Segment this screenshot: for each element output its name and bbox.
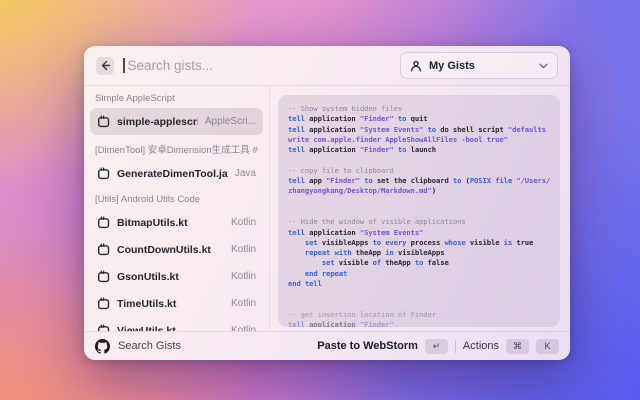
gist-icon	[97, 324, 110, 331]
gist-search-window: My Gists Simple AppleScript simple-apple…	[84, 46, 570, 360]
code-line: -- Show system hidden files	[288, 104, 550, 114]
code-line	[288, 289, 550, 299]
code-line: tell application "System Events"	[288, 228, 550, 238]
person-icon	[410, 60, 422, 72]
code-line: repeat with theApp in visibleApps	[288, 248, 550, 258]
scope-dropdown[interactable]: My Gists	[400, 52, 558, 79]
gist-list-item[interactable]: simple-applescript.a... AppleScri...	[90, 108, 263, 135]
code-line: tell app "Finder" to set the clipboard t…	[288, 176, 550, 186]
chevron-down-icon	[539, 63, 548, 69]
section-header: [Utils] Android Utils Code	[95, 194, 258, 205]
code-line: zhangyongkang/Desktop/Markdown.md")	[288, 186, 550, 196]
code-line	[288, 155, 550, 165]
code-line: -- Hide the window of visible applicatio…	[288, 217, 550, 227]
footer-app-label: Search Gists	[118, 340, 181, 352]
gist-title: ViewUtils.kt	[117, 325, 224, 332]
section-header: [DimenTool] 安卓Dimension生成工具 #Java	[95, 142, 258, 156]
code-line	[288, 207, 550, 217]
code-line: tell application "Finder" to launch	[288, 145, 550, 155]
code-content: -- Show system hidden filestell applicat…	[288, 104, 550, 327]
gist-list-item[interactable]: GsonUtils.kt Kotlin	[90, 263, 263, 290]
gist-list: Simple AppleScript simple-applescript.a.…	[84, 86, 270, 331]
code-line: tell application "System Events" to do s…	[288, 125, 550, 135]
footer-divider	[455, 340, 456, 353]
code-line: -- get insertion location of Finder	[288, 310, 550, 320]
gist-icon	[97, 167, 110, 180]
gist-icon	[97, 216, 110, 229]
code-line: end tell	[288, 279, 550, 289]
return-key-badge: ↵	[425, 339, 448, 354]
code-line: tell application "Finder" to quit	[288, 114, 550, 124]
gist-title: BitmapUtils.kt	[117, 217, 224, 229]
k-key-badge: K	[536, 339, 559, 354]
code-line	[288, 197, 550, 207]
footer-bar: Search Gists Paste to WebStorm ↵ Actions…	[84, 331, 570, 360]
section-header: Simple AppleScript	[95, 93, 258, 104]
code-line: end repeat	[288, 269, 550, 279]
gist-language: Kotlin	[231, 244, 256, 255]
gist-language: AppleScri...	[205, 116, 256, 127]
gist-title: simple-applescript.a...	[117, 116, 198, 128]
gist-title: TimeUtils.kt	[117, 298, 224, 310]
gist-language: Kotlin	[231, 298, 256, 309]
gist-list-item[interactable]: CountDownUtils.kt Kotlin	[90, 236, 263, 263]
gist-title: GsonUtils.kt	[117, 271, 224, 283]
detail-panel: -- Show system hidden filestell applicat…	[270, 86, 570, 331]
code-line: set visible of theApp to false	[288, 258, 550, 268]
gist-language: Kotlin	[231, 271, 256, 282]
gist-list-item[interactable]: ViewUtils.kt Kotlin	[90, 317, 263, 331]
header: My Gists	[84, 46, 570, 86]
gist-icon	[97, 297, 110, 310]
gist-icon	[97, 270, 110, 283]
code-line: -- copy file to clipboard	[288, 166, 550, 176]
code-line: write com.apple.finder AppleShowAllFiles…	[288, 135, 550, 145]
gist-icon	[97, 243, 110, 256]
text-caret	[123, 58, 125, 73]
gist-language: Java	[235, 168, 256, 179]
cmd-key-badge: ⌘	[506, 339, 529, 354]
gist-language: Kotlin	[231, 325, 256, 331]
gist-list-item[interactable]: BitmapUtils.kt Kotlin	[90, 209, 263, 236]
gist-list-item[interactable]: GenerateDimenTool.java Java	[90, 160, 263, 187]
search-input[interactable]	[126, 57, 392, 74]
code-line: set visibleApps to every process whose v…	[288, 238, 550, 248]
content: Simple AppleScript simple-applescript.a.…	[84, 86, 570, 331]
gist-title: CountDownUtils.kt	[117, 244, 224, 256]
gist-icon	[97, 115, 110, 128]
arrow-left-icon	[100, 60, 111, 71]
primary-action-button[interactable]: Paste to WebStorm	[317, 340, 418, 352]
actions-button[interactable]: Actions	[463, 340, 499, 352]
code-line: tell application "Finder"	[288, 320, 550, 327]
back-button[interactable]	[96, 57, 114, 75]
scope-dropdown-label: My Gists	[429, 60, 532, 72]
gist-list-item[interactable]: TimeUtils.kt Kotlin	[90, 290, 263, 317]
github-logo-icon	[95, 339, 110, 354]
gist-language: Kotlin	[231, 217, 256, 228]
code-line	[288, 300, 550, 310]
gist-title: GenerateDimenTool.java	[117, 168, 228, 180]
code-preview-panel[interactable]: -- Show system hidden filestell applicat…	[278, 95, 560, 327]
